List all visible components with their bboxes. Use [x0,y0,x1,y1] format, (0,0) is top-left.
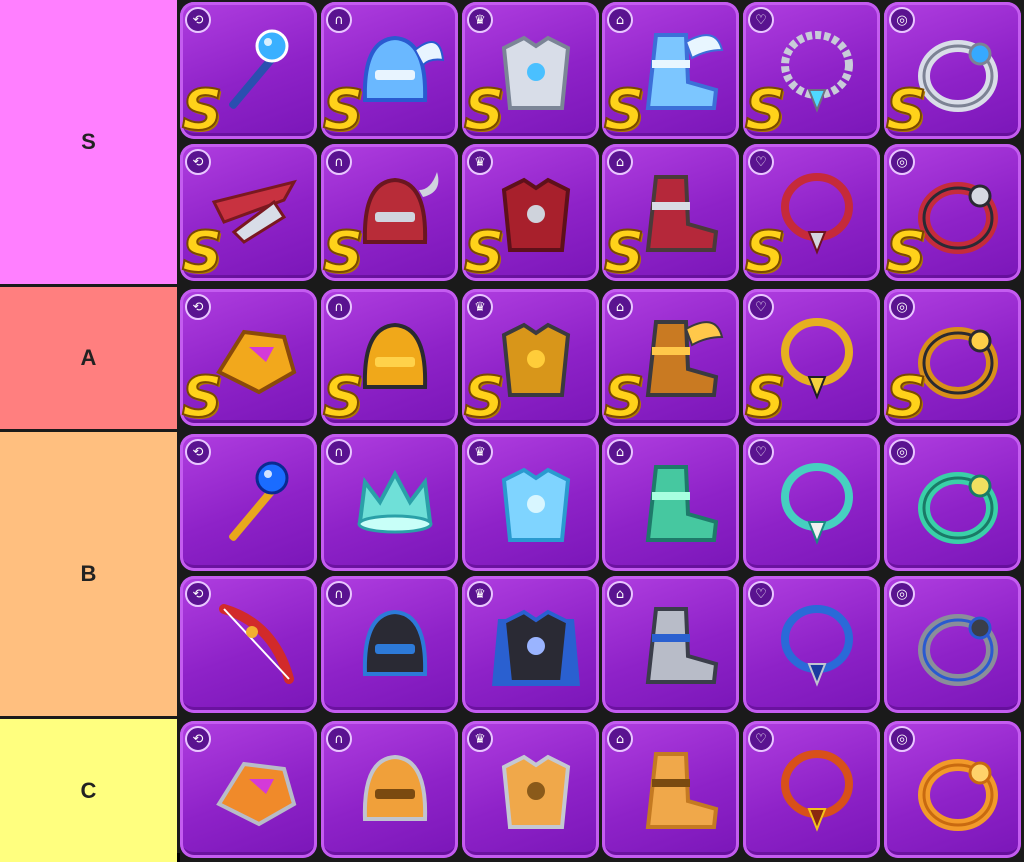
grade-badge: S [181,365,223,427]
tier-row-a: A ⟲ S ∩ S ♛ S ⌂ S ♡ S ◎ S [0,287,1024,429]
item-tile-boots[interactable]: ⌂ S [602,2,739,139]
item-tile-weapon[interactable]: ⟲ S [180,144,317,281]
item-tile-necklace[interactable]: ♡ [743,576,880,713]
item-tile-weapon[interactable]: ⟲ S [180,2,317,139]
item-tile-armor[interactable]: ♛ [462,434,599,571]
grade-badge: S [181,78,223,140]
grade-badge: S [463,78,505,140]
item-tile-ring[interactable]: ◎ S [884,144,1021,281]
ring-icon [918,759,998,831]
grade-badge: S [885,365,927,427]
bow-icon [219,604,294,684]
tier-row-b: B ⟲ ∩ ♛ ⌂ ♡ ◎ ⟲ ∩ ♛ ⌂ ♡ ◎ [0,432,1024,716]
grade-badge: S [322,220,364,282]
chest-armor-icon [501,754,571,829]
grade-badge: S [603,365,645,427]
item-tile-helmet[interactable]: ∩ S [321,144,458,281]
item-tile-necklace[interactable]: ♡ S [743,2,880,139]
tier-row-s: S ⟲ S ∩ S ♛ S ⌂ S ♡ S ◎ S ⟲ S ∩ S ♛ S ⌂ S ♡ S ◎ S [0,0,1024,284]
ring-icon [918,614,998,686]
boots-icon [645,752,719,829]
tier-label: C [0,719,177,862]
grade-badge: S [322,365,364,427]
item-tile-boots[interactable]: ⌂ [602,576,739,713]
grade-badge: S [885,220,927,282]
necklace-icon [781,750,853,832]
chest-armor-icon [501,467,571,542]
item-tile-boots[interactable]: ⌂ S [602,289,739,426]
grade-badge: S [463,365,505,427]
boots-icon [645,465,719,542]
ring-icon [918,472,998,544]
item-tile-boots[interactable]: ⌂ [602,434,739,571]
item-tile-helmet[interactable]: ∩ [321,721,458,858]
tier-items: ⟲ S ∩ S ♛ S ⌂ S ♡ S ◎ S ⟲ S ∩ S ♛ S ⌂ S ♡ S ◎ S [180,0,1024,284]
cape-armor-icon [492,609,580,686]
grade-badge: S [181,220,223,282]
helmet-icon [362,754,428,821]
mask-helmet-icon [362,609,428,676]
grade-badge: S [603,220,645,282]
item-tile-ring[interactable]: ◎ S [884,2,1021,139]
item-tile-armor[interactable]: ♛ [462,576,599,713]
item-tile-necklace[interactable]: ♡ [743,721,880,858]
item-tile-ring[interactable]: ◎ [884,721,1021,858]
item-tile-ring[interactable]: ◎ [884,576,1021,713]
item-tile-ring[interactable]: ◎ S [884,289,1021,426]
item-tile-armor[interactable]: ♛ S [462,144,599,281]
gauntlet-icon [216,761,297,827]
item-tile-armor[interactable]: ♛ [462,721,599,858]
item-tile-helmet[interactable]: ∩ S [321,2,458,139]
tier-list: S ⟲ S ∩ S ♛ S ⌂ S ♡ S ◎ S ⟲ S ∩ S ♛ S ⌂ S ♡ S ◎ S A ⟲ S ∩ S ♛ S ⌂ S ♡ S ◎ S B ⟲… [0,0,1024,862]
tier-row-c: C ⟲ ∩ ♛ ⌂ ♡ ◎ [0,719,1024,862]
item-tile-armor[interactable]: ♛ S [462,289,599,426]
tier-label: B [0,432,177,716]
grade-badge: S [322,78,364,140]
crown-icon [357,469,433,534]
item-tile-necklace[interactable]: ♡ S [743,289,880,426]
grade-badge: S [744,78,786,140]
item-tile-armor[interactable]: ♛ S [462,2,599,139]
necklace-icon [781,463,853,545]
item-tile-weapon[interactable]: ⟲ [180,576,317,713]
grade-badge: S [603,78,645,140]
tier-label: S [0,0,177,284]
grade-badge: S [744,365,786,427]
item-tile-helmet[interactable]: ∩ S [321,289,458,426]
grade-badge: S [744,220,786,282]
grade-badge: S [885,78,927,140]
item-tile-ring[interactable]: ◎ [884,434,1021,571]
item-tile-weapon[interactable]: ⟲ [180,434,317,571]
item-tile-helmet[interactable]: ∩ [321,576,458,713]
item-tile-necklace[interactable]: ♡ S [743,144,880,281]
item-tile-helmet[interactable]: ∩ [321,434,458,571]
boots-icon [645,607,719,684]
item-tile-boots[interactable]: ⌂ S [602,144,739,281]
necklace-icon [781,605,853,687]
tier-items: ⟲ ∩ ♛ ⌂ ♡ ◎ ⟲ ∩ ♛ ⌂ ♡ ◎ [180,432,1024,716]
item-tile-boots[interactable]: ⌂ [602,721,739,858]
tier-items: ⟲ ∩ ♛ ⌂ ♡ ◎ [180,719,1024,862]
tier-label: A [0,287,177,429]
tier-items: ⟲ S ∩ S ♛ S ⌂ S ♡ S ◎ S [180,287,1024,429]
grade-badge: S [463,220,505,282]
item-tile-weapon[interactable]: ⟲ [180,721,317,858]
staff-icon [229,461,289,541]
item-tile-weapon[interactable]: ⟲ S [180,289,317,426]
item-tile-necklace[interactable]: ♡ [743,434,880,571]
